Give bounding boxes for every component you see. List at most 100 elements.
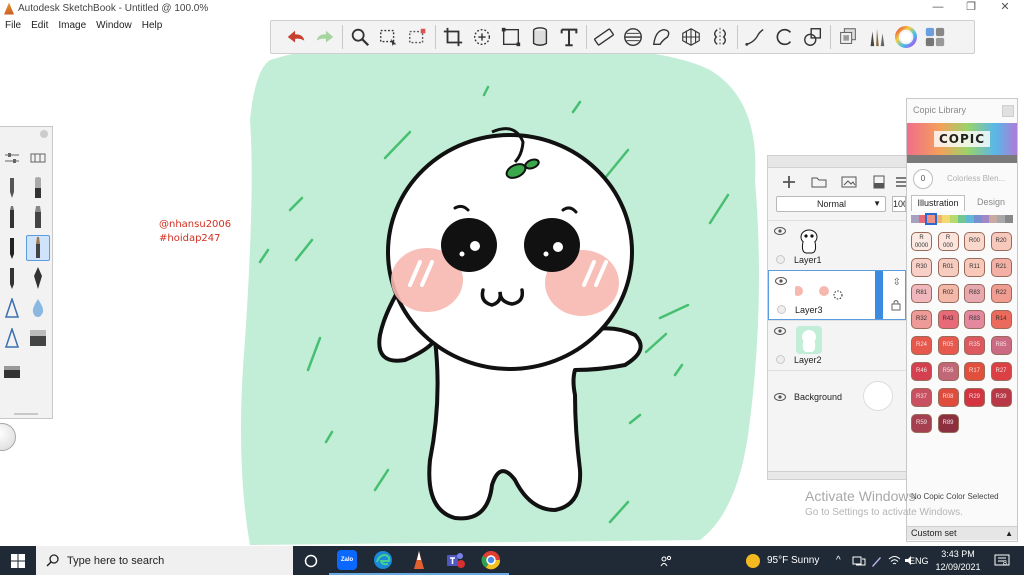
calligraphy-pen-icon[interactable] <box>26 265 50 291</box>
layer-row-background[interactable]: Background <box>768 370 906 422</box>
menu-window[interactable]: Window <box>91 20 137 31</box>
copic-swatch[interactable]: R22 <box>990 284 1012 303</box>
start-button[interactable] <box>0 546 36 575</box>
copic-swatch[interactable]: R81 <box>911 284 932 303</box>
copic-swatch[interactable]: R24 <box>911 336 932 355</box>
copic-swatch[interactable]: R 0000 <box>911 232 932 251</box>
edge-icon[interactable] <box>365 546 401 575</box>
add-image-icon[interactable] <box>834 172 864 192</box>
pencil-brush-icon[interactable] <box>0 175 24 201</box>
network-tray-icon[interactable] <box>852 546 866 575</box>
color-puck[interactable] <box>0 423 16 451</box>
palette-resize-handle[interactable] <box>14 413 38 415</box>
visibility-eye-icon[interactable] <box>775 277 787 285</box>
airbrush-icon[interactable] <box>26 175 50 201</box>
copic-swatch[interactable]: R01 <box>937 258 959 277</box>
shapes-icon[interactable] <box>800 24 826 50</box>
french-curve-icon[interactable] <box>649 24 675 50</box>
language-indicator[interactable]: ENG <box>909 546 929 575</box>
layers-icon[interactable] <box>835 24 861 50</box>
ink-pen-icon[interactable] <box>0 235 24 261</box>
taskbar-clock[interactable]: 3:43 PM 12/09/2021 <box>930 548 986 574</box>
menu-edit[interactable]: Edit <box>26 20 53 31</box>
copic-swatch[interactable]: R32 <box>911 310 932 329</box>
reorder-layer-icon[interactable]: ⇳ <box>893 277 901 288</box>
tab-illustration[interactable]: Illustration <box>911 195 965 211</box>
copic-swatch[interactable]: R83 <box>964 284 985 303</box>
copic-swatch[interactable]: R00 <box>964 232 985 251</box>
layer-lock-toggle[interactable] <box>776 255 785 264</box>
transform-icon[interactable] <box>469 24 495 50</box>
copic-swatch[interactable]: R02 <box>937 284 959 303</box>
zalo-icon[interactable]: Zalo <box>329 546 365 575</box>
fineliner-brush-icon[interactable] <box>26 235 50 261</box>
redo-icon[interactable] <box>312 24 338 50</box>
select-content-icon[interactable] <box>405 24 431 50</box>
layer-row-layer2[interactable]: Layer2 <box>768 320 906 370</box>
layer-mask-icon[interactable] <box>864 172 894 192</box>
copic-swatch[interactable]: R17 <box>964 362 985 381</box>
layer-lock-toggle[interactable] <box>777 305 786 314</box>
cortana-icon[interactable] <box>293 546 329 575</box>
copic-swatch[interactable]: R35 <box>964 336 985 355</box>
brushes-icon[interactable] <box>864 24 890 50</box>
visibility-eye-icon[interactable] <box>774 227 786 235</box>
copic-swatch[interactable]: R30 <box>911 258 932 277</box>
text-icon[interactable] <box>556 24 582 50</box>
layer-lock-toggle[interactable] <box>776 355 785 364</box>
shape-icon[interactable] <box>771 24 797 50</box>
people-icon[interactable] <box>660 546 672 575</box>
custom-set-dropdown[interactable]: Custom set ▲ <box>907 526 1017 540</box>
tray-overflow-icon[interactable]: ^ <box>836 546 841 575</box>
taskbar-search[interactable]: Type here to search <box>36 546 293 575</box>
menu-file[interactable]: File <box>0 20 26 31</box>
copic-swatch[interactable]: R59 <box>911 414 932 433</box>
copic-swatch[interactable]: R56 <box>937 362 959 381</box>
colorless-blender-swatch[interactable]: 0 <box>913 169 933 189</box>
copic-swatch[interactable]: R11 <box>964 258 985 277</box>
copic-swatch[interactable]: R21 <box>990 258 1012 277</box>
water-drop-brush-icon[interactable] <box>26 295 50 321</box>
smear-brush-icon[interactable] <box>0 325 24 351</box>
drawing-canvas[interactable] <box>230 40 790 550</box>
layer-opacity-field[interactable]: 100 <box>892 196 906 212</box>
copic-swatch[interactable]: R83 <box>964 310 985 329</box>
pen-tray-icon[interactable] <box>870 546 882 575</box>
blend-mode-select[interactable]: Normal ▼ <box>776 196 886 212</box>
copic-swatch[interactable]: R39 <box>990 388 1012 407</box>
minimize-button[interactable]: — <box>921 0 955 17</box>
copic-icon[interactable] <box>922 24 948 50</box>
tab-design[interactable]: Design <box>967 195 1015 211</box>
notification-center-icon[interactable]: 8 <box>994 546 1010 575</box>
select-icon[interactable] <box>376 24 402 50</box>
marker-brush-icon[interactable] <box>0 205 24 231</box>
copic-swatch[interactable]: R08 <box>937 388 959 407</box>
sketchbook-taskbar-icon[interactable] <box>401 546 437 575</box>
visibility-eye-icon[interactable] <box>774 393 786 401</box>
ruler-icon[interactable] <box>591 24 617 50</box>
eraser-brush-icon[interactable] <box>26 325 50 351</box>
copic-swatch[interactable]: R29 <box>964 388 985 407</box>
layer-row-layer3[interactable]: Layer3 ⇳ <box>768 270 906 320</box>
brush-settings-icon[interactable] <box>0 145 24 171</box>
ellipse-guide-icon[interactable] <box>620 24 646 50</box>
copic-close-button[interactable] <box>1002 105 1014 117</box>
add-group-icon[interactable] <box>804 172 834 192</box>
copic-swatch[interactable]: R43 <box>937 310 959 329</box>
menu-image[interactable]: Image <box>53 20 91 31</box>
crop-icon[interactable] <box>440 24 466 50</box>
copic-swatch[interactable]: R46 <box>911 362 932 381</box>
chisel-brush-icon[interactable] <box>26 205 50 231</box>
layer-panel-scrollbar[interactable] <box>768 471 906 479</box>
zoom-icon[interactable] <box>347 24 373 50</box>
restore-button[interactable]: ❐ <box>954 0 988 17</box>
menu-help[interactable]: Help <box>137 20 168 31</box>
add-layer-icon[interactable] <box>774 172 804 192</box>
lock-icon[interactable] <box>891 299 901 311</box>
fill-icon[interactable] <box>527 24 553 50</box>
stroke-icon[interactable] <box>742 24 768 50</box>
chrome-icon[interactable] <box>473 546 509 575</box>
wifi-icon[interactable] <box>888 546 901 575</box>
symmetry-icon[interactable] <box>707 24 733 50</box>
weather-widget[interactable]: 95°F Sunny <box>746 546 819 575</box>
